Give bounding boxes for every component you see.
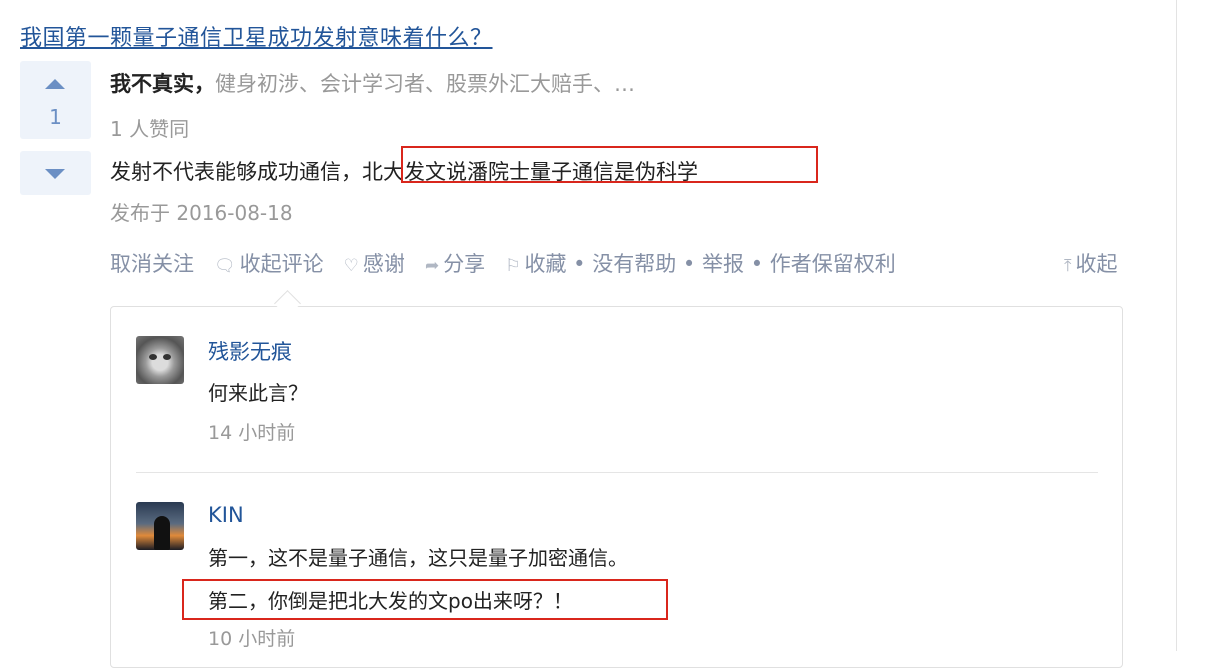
answer-date[interactable]: 发布于 2016-08-18 (110, 197, 293, 226)
question-title-link[interactable]: 我国第一颗量子通信卫星成功发射意味着什么？ (20, 20, 493, 52)
bookmark-icon: ⚐ (505, 256, 521, 276)
thanks-label: 感谢 (362, 252, 405, 276)
cat-avatar[interactable] (136, 336, 184, 384)
comment-icon: 🗨 (214, 256, 236, 276)
comment-author-name[interactable]: KIN (208, 503, 244, 527)
answer-actions: 取消关注 🗨 收起评论 ♡ 感谢 ➦ 分享 ⚐ 收藏 • 没有帮助 • 举报 • 作者保… (110, 248, 896, 278)
upvote-count: 1 (49, 105, 62, 129)
content-right-border (1176, 0, 1177, 651)
thanks-button[interactable]: ♡ 感谢 (344, 248, 405, 278)
avatar-eye (163, 354, 171, 360)
avatar-eye (149, 354, 157, 360)
not-helpful-button[interactable]: 没有帮助 (592, 248, 676, 278)
highlight-annotation-box (182, 579, 668, 620)
answer-author: 我不真实，健身初涉、会计学习者、股票外汇大赔手、… (110, 68, 635, 98)
answer-text: 发射不代表能够成功通信， (110, 160, 362, 184)
share-label: 分享 (443, 252, 486, 276)
downvote-button[interactable] (20, 151, 91, 195)
comment-author-name[interactable]: 残影无痕 (208, 336, 292, 366)
favorite-label: 收藏 (524, 252, 567, 276)
downvote-arrow-icon (45, 169, 65, 179)
author-bio: 健身初涉、会计学习者、股票外汇大赔手、… (215, 72, 635, 96)
upvote-button[interactable]: 1 (20, 61, 91, 139)
collapse-up-icon: ⤒ (1064, 256, 1072, 276)
comment-text: 何来此言？ (208, 381, 308, 405)
author-separator: ， (194, 72, 215, 96)
copyright-link[interactable]: 作者保留权利 (770, 248, 896, 278)
author-name[interactable]: 我不真实 (110, 72, 194, 96)
collapse-label: 收起 (1075, 252, 1118, 276)
unfollow-button[interactable]: 取消关注 (110, 248, 194, 278)
heart-icon: ♡ (343, 256, 359, 276)
comment-time: 14 小时前 (208, 422, 296, 444)
highlight-annotation-box (401, 146, 818, 183)
comment-time: 10 小时前 (208, 628, 296, 650)
sunset-avatar[interactable] (136, 502, 184, 550)
separator-dot: • (573, 252, 586, 276)
comment-text: 第一，这不是量子通信，这只是量子加密通信。 (208, 546, 628, 570)
collapse-answer-button[interactable]: ⤒ 收起 (1064, 248, 1118, 278)
collapse-comments-button[interactable]: 🗨 收起评论 (214, 248, 324, 278)
share-button[interactable]: ➦ 分享 (425, 248, 485, 278)
vote-summary[interactable]: 1 人赞同 (110, 113, 189, 142)
favorite-button[interactable]: ⚐ 收藏 (505, 248, 566, 278)
separator-dot: • (682, 252, 696, 276)
avatar-silhouette (154, 516, 170, 550)
collapse-comments-label: 收起评论 (239, 252, 324, 276)
separator-dot: • (750, 252, 764, 276)
comment-divider (136, 472, 1098, 473)
report-button[interactable]: 举报 (702, 248, 744, 278)
share-icon: ➦ (424, 256, 440, 276)
upvote-arrow-icon (45, 79, 65, 89)
